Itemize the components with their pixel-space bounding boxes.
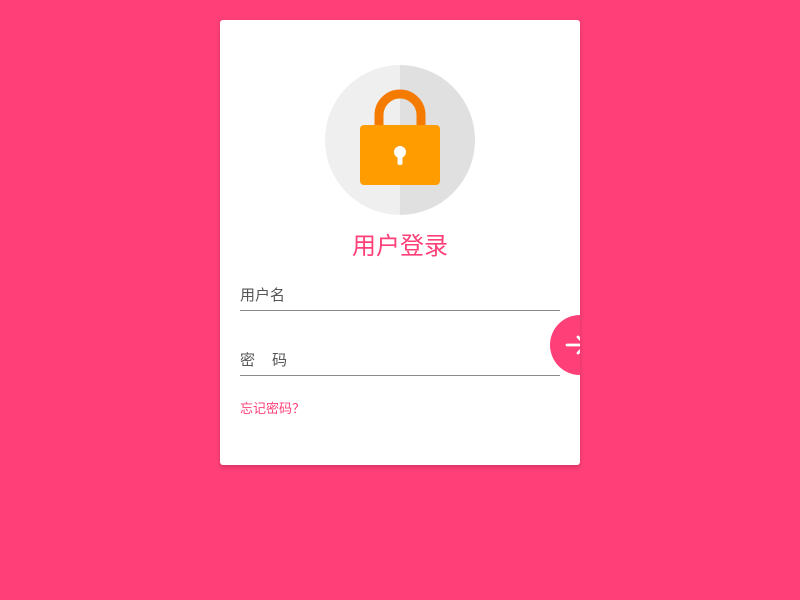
login-title: 用户登录 — [352, 232, 448, 260]
lock-avatar — [325, 65, 475, 215]
password-input[interactable] — [240, 345, 560, 375]
password-field — [240, 345, 560, 376]
submit-button[interactable] — [550, 315, 580, 375]
forgot-password-link[interactable]: 忘记密码？ — [240, 401, 305, 419]
submit-button-container — [550, 315, 580, 375]
username-input[interactable] — [240, 280, 560, 310]
arrow-right-icon — [565, 335, 580, 355]
username-field — [240, 280, 560, 311]
login-card: 用户登录 忘记密码？ — [220, 20, 580, 465]
lock-icon — [360, 89, 440, 185]
